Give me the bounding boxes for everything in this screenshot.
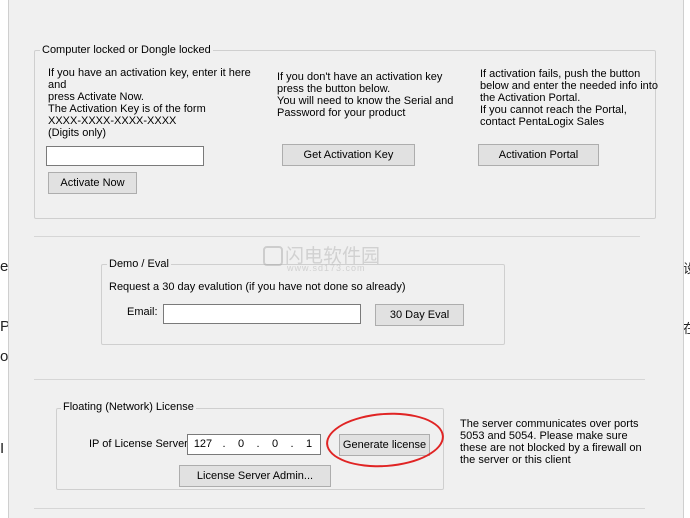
ip-octet-3: 0 (271, 438, 279, 450)
activation-portal-button[interactable]: Activation Portal (478, 144, 599, 166)
separator-1 (34, 236, 640, 237)
activate-now-button[interactable]: Activate Now (48, 172, 137, 194)
demo-instructions: Request a 30 day evalution (if you have … (109, 281, 406, 293)
activation-portal-instructions: If activation fails, push the button bel… (480, 68, 658, 128)
get-key-instructions: If you don't have an activation key pres… (277, 71, 454, 119)
activation-dialog: Computer locked or Dongle locked If you … (8, 0, 684, 518)
background-fragment-left-4: I (0, 440, 5, 457)
floating-legend: Floating (Network) License (61, 401, 196, 414)
ip-label: IP of License Server: (89, 438, 191, 450)
ip-octet-1: 127 (193, 438, 213, 450)
ip-dot-3: . (290, 438, 294, 450)
activation-key-instructions: If you have an activation key, enter it … (48, 67, 251, 139)
page: { "locked": { "legend": "Computer locked… (0, 0, 690, 518)
background-fragment-right-1: 设 (683, 261, 690, 276)
get-activation-key-button[interactable]: Get Activation Key (282, 144, 415, 166)
separator-2 (34, 379, 645, 380)
locked-legend: Computer locked or Dongle locked (40, 44, 213, 57)
email-input[interactable] (163, 304, 361, 324)
ip-octet-4: 1 (305, 438, 313, 450)
server-ports-note: The server communicates over ports 5053 … (460, 418, 642, 466)
background-fragment-right-2: 在 (683, 321, 690, 336)
activation-key-input[interactable] (46, 146, 204, 166)
ip-dot-2: . (256, 438, 260, 450)
ip-octet-2: 0 (237, 438, 245, 450)
email-label: Email: (127, 306, 158, 318)
thirty-day-eval-button[interactable]: 30 Day Eval (375, 304, 464, 326)
ip-dot-1: . (222, 438, 226, 450)
watermark-url: www.sd173.com (287, 263, 366, 273)
license-server-admin-button[interactable]: License Server Admin... (179, 465, 331, 487)
separator-3 (34, 508, 645, 509)
ip-address-field[interactable]: 127 . 0 . 0 . 1 (187, 434, 321, 455)
demo-legend: Demo / Eval (107, 258, 171, 271)
watermark-logo-icon (263, 246, 283, 266)
